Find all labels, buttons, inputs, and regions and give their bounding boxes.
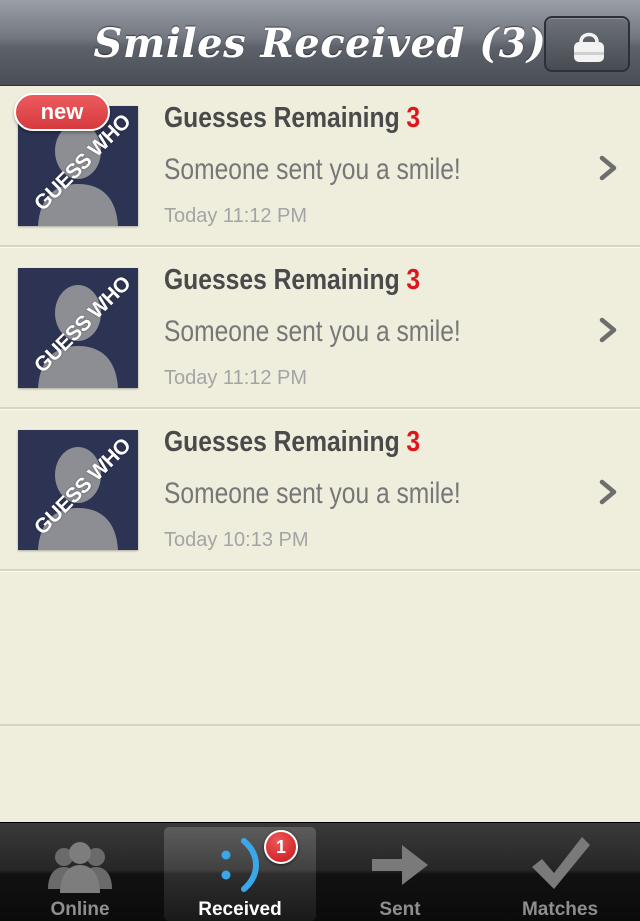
avatar: GUESS WHO [18,430,138,550]
chevron-right-icon [599,479,617,505]
empty-list-row [0,566,640,726]
message-text: Someone sent you a smile! [164,153,461,186]
guesses-label: Guesses Remaining [164,264,400,296]
message-text: Someone sent you a smile! [164,315,461,348]
notification-badge: 1 [264,830,298,864]
checkmark-icon [532,837,590,889]
profile-bag-icon [574,32,604,62]
tab-matches[interactable]: Matches [484,827,636,921]
tab-label: Sent [379,899,421,920]
message-time: Today 11:12 PM [164,205,308,227]
arrow-right-icon [372,845,428,885]
tab-label: Online [50,899,110,920]
message-list: new GUESS WHO Guesses Remaining 3 Someone… [0,87,640,571]
tab-sent[interactable]: Sent [324,827,476,921]
tab-bar: Online 1 Received Sent Matches [0,822,640,921]
guesses-remaining: Guesses Remaining 3 [164,264,420,297]
avatar: GUESS WHO [18,268,138,388]
message-time: Today 11:12 PM [164,367,308,389]
list-item[interactable]: GUESS WHO Guesses Remaining 3 Someone sen… [0,249,640,409]
tab-received[interactable]: 1 Received [164,827,316,921]
tab-online[interactable]: Online [4,827,156,921]
list-item[interactable]: GUESS WHO Guesses Remaining 3 Someone sen… [0,411,640,571]
guesses-count: 3 [406,264,421,296]
tab-label: Matches [521,899,599,920]
people-icon [48,842,112,893]
new-badge: new [14,93,110,131]
guesses-label: Guesses Remaining [164,102,400,134]
profile-button[interactable] [544,16,630,72]
guesses-remaining: Guesses Remaining 3 [164,426,420,459]
list-item[interactable]: new GUESS WHO Guesses Remaining 3 Someone… [0,87,640,247]
guesses-count: 3 [406,426,421,458]
nav-bar: Smiles Received (3) [0,0,640,86]
message-time: Today 10:13 PM [164,529,309,551]
chevron-right-icon [599,317,617,343]
guesses-label: Guesses Remaining [164,426,400,458]
message-text: Someone sent you a smile! [164,477,461,510]
guesses-count: 3 [406,102,421,134]
chevron-right-icon [599,155,617,181]
tab-label: Received [198,899,282,920]
guesses-remaining: Guesses Remaining 3 [164,102,420,135]
